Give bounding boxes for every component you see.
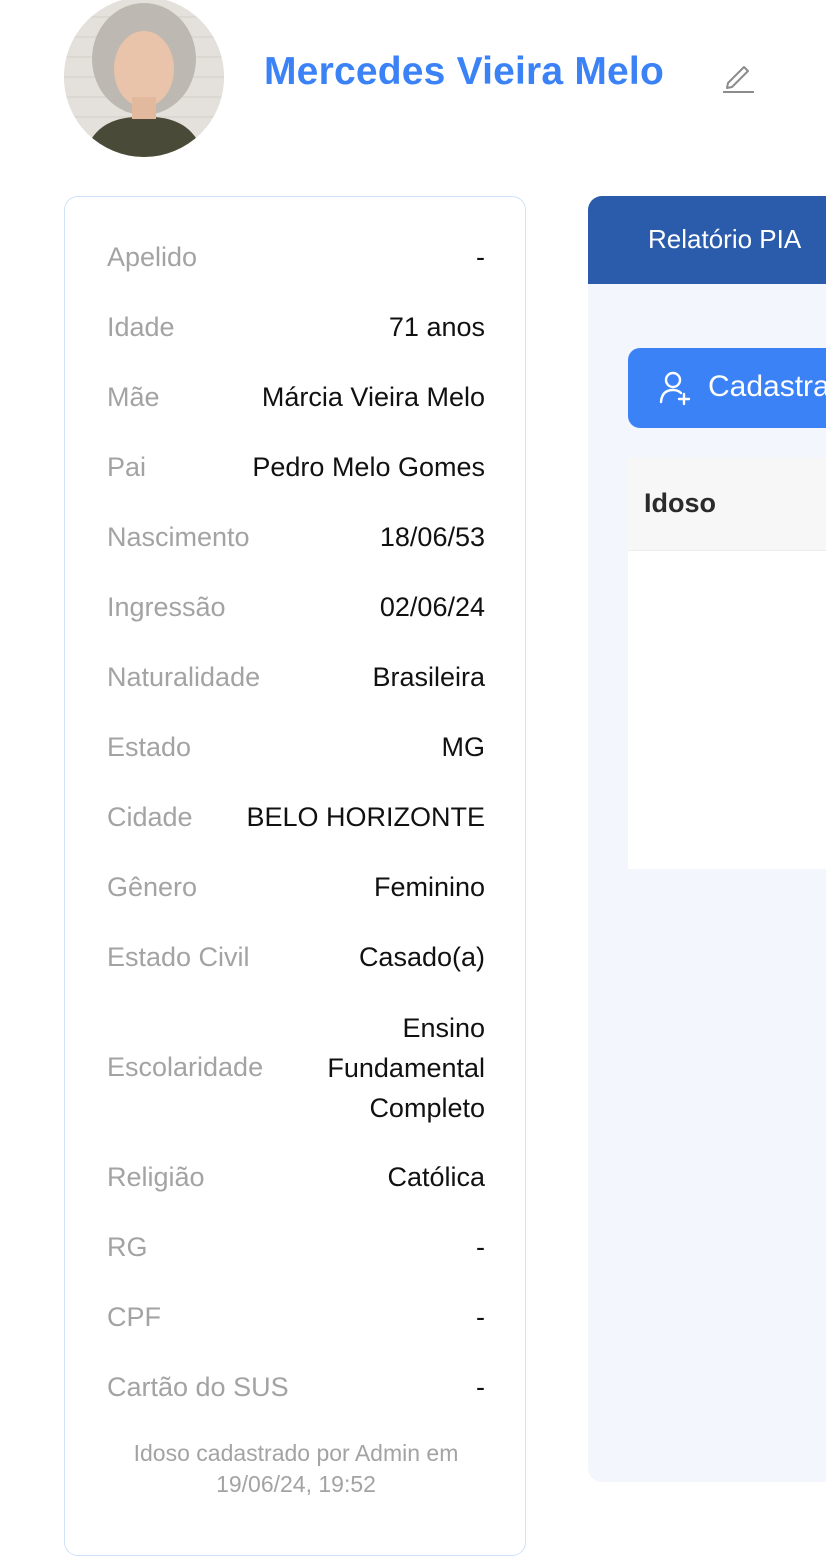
info-label: Escolaridade (107, 1052, 264, 1082)
info-value: - (476, 1372, 485, 1402)
cadastrar-button[interactable]: Cadastrar (628, 348, 826, 428)
info-value: BELO HORIZONTE (246, 802, 485, 832)
idosos-table: Idoso (628, 458, 826, 869)
personal-info-card: Apelido - Idade 71 anos Mãe Márcia Vieir… (64, 196, 526, 1556)
info-label: Naturalidade (107, 662, 261, 692)
info-label: RG (107, 1232, 148, 1262)
person-photo-icon (64, 0, 224, 157)
info-value: Márcia Vieira Melo (261, 382, 485, 412)
info-value: Brasileira (372, 662, 485, 692)
info-label: Cartão do SUS (107, 1372, 289, 1402)
info-label: Mãe (107, 382, 160, 412)
info-label: Idade (107, 312, 175, 342)
add-user-icon (659, 371, 691, 406)
info-label: Estado Civil (107, 942, 250, 972)
tab-relatorio-pia[interactable]: Relatório PIA (648, 224, 801, 255)
edit-button[interactable] (718, 56, 758, 96)
info-label: Nascimento (107, 522, 250, 552)
cadastrar-label: Cadastrar (708, 370, 826, 403)
info-value: 71 anos (388, 312, 485, 342)
info-label: Estado (107, 732, 192, 762)
info-label: Ingressão (107, 592, 226, 622)
info-label: CPF (107, 1302, 161, 1332)
pencil-icon (723, 66, 754, 93)
table-header: Idoso (628, 458, 826, 551)
info-value: - (476, 242, 485, 272)
info-row-escolaridade: Escolaridade Ensino Fundamental Completo (107, 1012, 485, 1132)
tab-bar: Relatório PIA (588, 196, 826, 284)
info-label: Cidade (107, 802, 193, 832)
info-value: Ensino Fundamental Completo (327, 1013, 485, 1123)
info-value: 02/06/24 (379, 592, 485, 622)
info-value: Católica (387, 1162, 485, 1192)
info-label: Religião (107, 1162, 205, 1192)
info-value: Feminino (373, 872, 485, 902)
info-label: Gênero (107, 872, 198, 902)
info-label: Pai (107, 452, 147, 482)
info-value: Pedro Melo Gomes (252, 452, 485, 482)
registration-note: Idoso cadastrado por Admin em 19/06/24, … (133, 1440, 459, 1497)
info-value: - (476, 1302, 485, 1332)
info-value: - (476, 1232, 485, 1262)
info-value: Casado(a) (358, 942, 485, 972)
person-name: Mercedes Vieira Melo (264, 50, 664, 93)
info-value: MG (441, 732, 486, 762)
info-label: Apelido (107, 242, 198, 272)
profile-header: Mercedes Vieira Melo (0, 0, 826, 170)
main-panel: Relatório PIA Cadastrar Idoso (588, 196, 826, 1482)
avatar (64, 0, 224, 157)
column-header-idoso: Idoso (644, 488, 716, 518)
info-value: 18/06/53 (379, 522, 485, 552)
